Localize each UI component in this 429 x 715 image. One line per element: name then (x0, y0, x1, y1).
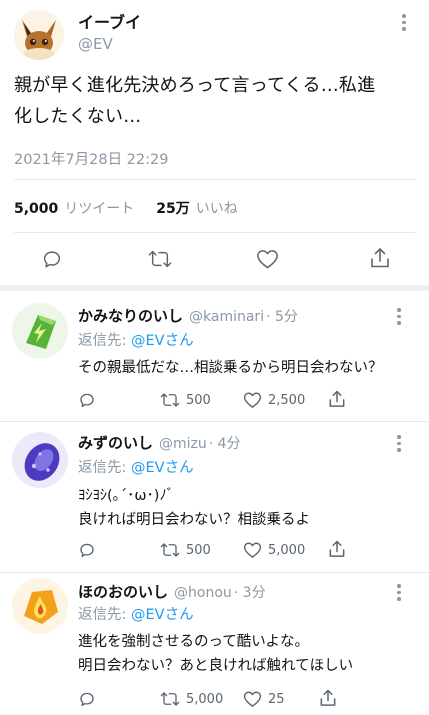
fire-stone-image (12, 578, 68, 634)
like-count: 2,500 (268, 392, 306, 408)
reply-author-handle[interactable]: @mizu (159, 436, 207, 452)
retweet-count: 5,000 (186, 691, 224, 707)
reply-to-user-link[interactable]: @EVさん (131, 460, 194, 476)
reply-to-label: 返信先: (78, 607, 127, 623)
more-icon[interactable] (402, 14, 406, 31)
like-button[interactable]: 5,000 (243, 541, 305, 559)
reply-icon (80, 692, 94, 707)
divider (14, 179, 415, 180)
share-icon (371, 248, 389, 268)
reply-text-line-2: 明日会わない？あと良ければ触れてほしい (78, 658, 354, 674)
retweet-label[interactable]: リツイート (64, 198, 134, 218)
reply-to-line: 返信先: @EVさん (78, 603, 194, 624)
reply-to-label: 返信先: (78, 460, 127, 476)
reply-button[interactable] (78, 541, 96, 559)
share-button[interactable] (368, 246, 392, 270)
tweet-text-line-2: 化したくない… (14, 106, 142, 127)
retweet-icon (160, 543, 180, 557)
like-icon (243, 691, 262, 707)
reply-header: かみなりのいし @kaminari · 5分 (78, 305, 298, 326)
reply-text: その親最低だな…相談乗るから明日会わない？ (78, 360, 383, 376)
retweet-count[interactable]: 5,000 (14, 201, 58, 217)
divider (14, 232, 415, 233)
tweet-stats: 5,000 リツイート 25万 いいね (14, 198, 238, 218)
eevee-avatar-image (14, 10, 64, 60)
avatar[interactable] (12, 303, 68, 359)
reply-button[interactable] (78, 690, 96, 708)
tweet-text-line-1: 親が早く進化先決めろって言ってくる…私進 (14, 75, 376, 96)
like-button[interactable] (256, 248, 279, 270)
water-stone-image (12, 432, 68, 488)
share-button[interactable] (327, 539, 347, 559)
like-count[interactable]: 25万 (156, 198, 189, 218)
share-button[interactable] (318, 688, 338, 708)
retweet-count: 500 (186, 542, 211, 558)
reply-button[interactable] (78, 391, 96, 409)
author-name[interactable]: イーブイ (78, 9, 141, 33)
reply-to-line: 返信先: @EVさん (78, 456, 194, 477)
retweet-button[interactable] (148, 248, 172, 270)
reply-author-handle[interactable]: @honou (174, 585, 232, 601)
like-label[interactable]: いいね (196, 198, 238, 218)
reply-author-handle[interactable]: @kaminari (189, 309, 264, 325)
like-button[interactable]: 2,500 (243, 391, 305, 409)
reply-time[interactable]: · 5分 (266, 306, 298, 326)
reply-author-name[interactable]: かみなりのいし (78, 305, 183, 326)
reply-author-name[interactable]: ほのおのいし (78, 581, 168, 602)
reply-header: みずのいし @mizu · 4分 (78, 432, 241, 453)
divider (0, 285, 429, 291)
retweet-button[interactable]: 500 (160, 541, 211, 559)
retweet-icon (160, 393, 180, 407)
like-icon (257, 250, 278, 269)
more-icon[interactable] (397, 435, 401, 452)
reply-text-line-1: ﾖｼﾖｼ(｡´･ω･)ﾉﾞ (78, 488, 174, 504)
reply-button[interactable] (41, 248, 63, 270)
more-icon[interactable] (397, 584, 401, 601)
divider (0, 572, 429, 573)
reply-author-name[interactable]: みずのいし (78, 432, 153, 453)
avatar[interactable] (12, 578, 68, 634)
share-button[interactable] (327, 389, 347, 409)
retweet-button[interactable]: 5,000 (160, 690, 223, 708)
reply-icon (80, 543, 94, 558)
like-button[interactable]: 25 (243, 690, 285, 708)
reply-icon (80, 393, 94, 408)
divider (0, 421, 429, 422)
reply-to-label: 返信先: (78, 333, 127, 349)
author-handle[interactable]: @EV (78, 35, 113, 53)
reply-time[interactable]: · 3分 (234, 582, 266, 602)
retweet-icon (148, 250, 172, 268)
reply-text-line-2: 良ければ明日会わない？相談乗るよ (78, 512, 310, 528)
more-icon[interactable] (397, 308, 401, 325)
reply-header: ほのおのいし @honou · 3分 (78, 581, 266, 602)
share-icon (320, 689, 336, 706)
retweet-icon (160, 692, 180, 706)
like-icon (243, 542, 262, 558)
reply-to-user-link[interactable]: @EVさん (131, 333, 194, 349)
thunder-stone-image (12, 303, 68, 359)
avatar[interactable] (14, 10, 64, 60)
reply-to-line: 返信先: @EVさん (78, 329, 194, 350)
reply-icon (43, 251, 61, 268)
like-icon (243, 392, 262, 408)
tweet-timestamp[interactable]: 2021年7月28日 22:29 (14, 148, 168, 169)
share-icon (329, 390, 345, 407)
avatar[interactable] (12, 432, 68, 488)
like-count: 25 (268, 691, 285, 707)
share-icon (329, 540, 345, 557)
reply-text-line-1: 進化を強制させるのって酷いよな。 (78, 634, 309, 650)
retweet-count: 500 (186, 392, 211, 408)
like-count: 5,000 (268, 542, 306, 558)
reply-to-user-link[interactable]: @EVさん (131, 607, 194, 623)
retweet-button[interactable]: 500 (160, 391, 211, 409)
reply-time[interactable]: · 4分 (209, 433, 241, 453)
